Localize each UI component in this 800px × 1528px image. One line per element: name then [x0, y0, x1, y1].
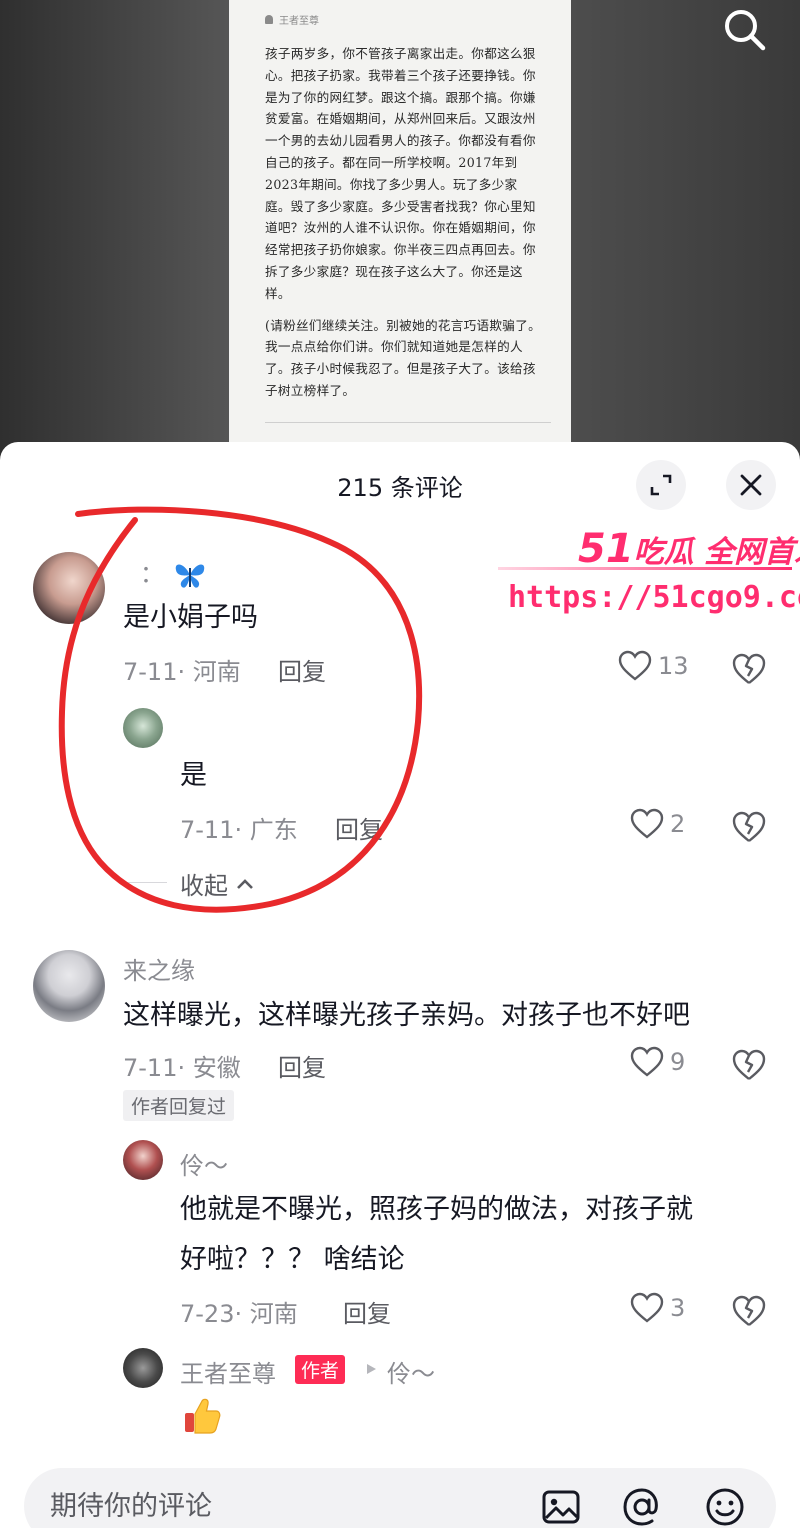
mention-icon[interactable]	[621, 1486, 663, 1528]
like-count: 13	[658, 652, 689, 680]
annotation-circle	[58, 506, 423, 913]
avatar[interactable]	[33, 552, 105, 624]
comment-username[interactable]: ：	[140, 554, 208, 590]
document-divider	[265, 422, 551, 423]
document-screenshot: 王者至尊 孩子两岁多，你不管孩子离家出走。你都这么狠心。把孩子扔家。我带着三个孩…	[229, 0, 571, 470]
avatar[interactable]	[33, 950, 105, 1022]
comment-username[interactable]: 来之缘	[123, 951, 195, 986]
close-icon	[740, 474, 762, 496]
watermark-brand: 51吃瓜 全网首发	[578, 526, 800, 572]
like-count: 3	[670, 1294, 686, 1322]
dislike-icon[interactable]	[732, 1294, 766, 1328]
like-button[interactable]: 2	[630, 808, 685, 840]
search-icon[interactable]	[721, 6, 767, 52]
reply-username[interactable]: 王者至尊	[180, 1354, 276, 1389]
thumbs-up-emoji	[185, 1398, 221, 1434]
reply-username[interactable]: 伶～	[180, 1146, 228, 1181]
expand-button[interactable]	[636, 460, 686, 510]
author-badge: 作者	[295, 1355, 346, 1384]
butterfly-emoji	[175, 564, 204, 588]
comment-sheet: 215 条评论 51吃瓜 全网首发 https://51cgo9.com ： 是…	[0, 442, 800, 1528]
watermark-line	[498, 567, 792, 570]
heart-icon	[630, 1292, 664, 1323]
avatar[interactable]	[123, 708, 163, 748]
watermark-url: https://51cgo9.com	[508, 580, 800, 615]
user-icon	[265, 15, 273, 24]
like-button[interactable]: 13	[618, 650, 689, 682]
close-button[interactable]	[726, 460, 776, 510]
comment-input[interactable]	[50, 1484, 510, 1528]
reply-meta: 7-23· 河南	[180, 1300, 298, 1328]
reply-text: 是	[180, 760, 207, 791]
dislike-icon[interactable]	[732, 1048, 766, 1082]
like-count: 9	[670, 1048, 686, 1076]
reply-text-line-2: 好啦？？？ 啥结论	[180, 1244, 405, 1275]
avatar[interactable]	[123, 1140, 163, 1180]
author-replied-badge: 作者回复过	[123, 1090, 235, 1121]
comment-meta: 7-11· 河南	[123, 658, 241, 686]
heart-icon	[630, 808, 664, 839]
collapse-button[interactable]: 收起	[180, 866, 254, 901]
document-author-name: 王者至尊	[279, 16, 319, 27]
reply-text-line-1: 他就是不曝光，照孩子妈的做法，对孩子就	[180, 1194, 693, 1225]
like-button[interactable]: 3	[630, 1292, 685, 1324]
document-paragraph-1: 孩子两岁多，你不管孩子离家出走。你都这么狠心。把孩子扔家。我带着三个孩子还要挣钱…	[265, 46, 536, 301]
comment-input-bar	[24, 1468, 776, 1528]
document-author: 王者至尊	[265, 12, 541, 27]
reply-meta: 7-11· 广东	[180, 816, 298, 844]
avatar[interactable]	[123, 1348, 163, 1388]
heart-icon	[618, 650, 652, 681]
reply-button[interactable]: 回复	[335, 810, 383, 845]
like-count: 2	[670, 810, 686, 838]
collapse-divider	[123, 882, 167, 883]
comment-meta: 7-11· 安徽	[123, 1054, 241, 1082]
reply-button[interactable]: 回复	[343, 1294, 391, 1329]
reply-button[interactable]: 回复	[278, 652, 326, 687]
video-background[interactable]: 王者至尊 孩子两岁多，你不管孩子离家出走。你都这么狠心。把孩子扔家。我带着三个孩…	[0, 0, 800, 470]
comment-text: 是小娟子吗	[123, 602, 258, 633]
dislike-icon[interactable]	[732, 810, 766, 844]
play-arrow-icon	[367, 1364, 376, 1374]
comment-text: 这样曝光，这样曝光孩子亲妈。对孩子也不好吧	[123, 1000, 690, 1031]
image-icon[interactable]	[540, 1486, 582, 1528]
emoji-icon[interactable]	[704, 1486, 746, 1528]
dislike-icon[interactable]	[732, 652, 766, 686]
like-button[interactable]: 9	[630, 1046, 685, 1078]
reply-button[interactable]: 回复	[278, 1048, 326, 1083]
heart-icon	[630, 1046, 664, 1077]
document-paragraph-2: (请粉丝们继续关注。别被她的花言巧语欺骗了。我一点点给你们讲。你们就知道她是怎样…	[265, 317, 541, 398]
expand-icon	[650, 474, 672, 496]
chevron-up-icon	[237, 878, 253, 889]
reply-to-username[interactable]: 伶～	[387, 1354, 435, 1389]
